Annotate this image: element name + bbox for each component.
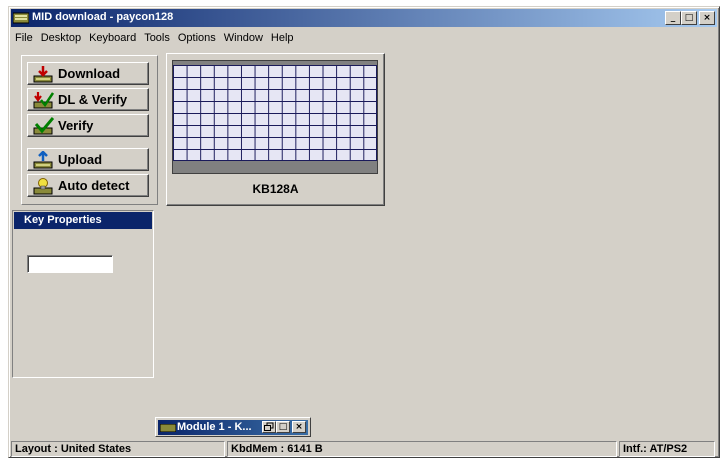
menu-help[interactable]: Help bbox=[267, 32, 298, 44]
title-bar[interactable]: MID download - paycon128 _ □ × bbox=[11, 9, 717, 27]
dl-verify-button[interactable]: DL & Verify bbox=[27, 88, 149, 111]
minimized-module-window[interactable]: Module 1 - K... □ × bbox=[155, 417, 311, 437]
module-maximize-button[interactable]: □ bbox=[276, 421, 290, 433]
close-button[interactable]: × bbox=[699, 11, 715, 25]
checkmark-icon bbox=[33, 116, 54, 134]
menu-options[interactable]: Options bbox=[174, 32, 220, 44]
download-label: Download bbox=[58, 66, 121, 81]
keyboard-panel[interactable]: KB128A bbox=[166, 53, 385, 206]
download-icon bbox=[33, 65, 53, 82]
upload-label: Upload bbox=[58, 152, 103, 167]
module-close-button[interactable]: × bbox=[292, 421, 306, 433]
upload-button[interactable]: Upload bbox=[27, 148, 149, 171]
keyboard-key-grid[interactable] bbox=[173, 65, 377, 161]
auto-detect-icon bbox=[33, 177, 53, 194]
download-button[interactable]: Download bbox=[27, 62, 149, 85]
menu-file[interactable]: File bbox=[11, 32, 37, 44]
module-title-bar[interactable]: Module 1 - K... □ × bbox=[158, 420, 308, 435]
verify-button[interactable]: Verify bbox=[27, 114, 149, 137]
menu-keyboard[interactable]: Keyboard bbox=[85, 32, 140, 44]
auto-detect-button[interactable]: Auto detect bbox=[27, 174, 149, 197]
upload-icon bbox=[33, 150, 53, 168]
minimize-button[interactable]: _ bbox=[665, 11, 681, 25]
menu-desktop[interactable]: Desktop bbox=[37, 32, 85, 44]
maximize-button[interactable]: □ bbox=[681, 11, 697, 25]
key-properties-panel: Key Properties bbox=[12, 210, 154, 378]
verify-label: Verify bbox=[58, 118, 94, 133]
dl-verify-label: DL & Verify bbox=[58, 92, 128, 107]
module-title: Module 1 - K... bbox=[177, 421, 252, 433]
main-window: MID download - paycon128 _ □ × File Desk… bbox=[8, 6, 720, 458]
action-button-panel: Download DL & Verify Verify Upload Auto … bbox=[21, 55, 158, 205]
module-restore-button[interactable] bbox=[262, 421, 276, 433]
restore-icon bbox=[264, 422, 274, 431]
download-verify-icon bbox=[33, 91, 54, 108]
app-icon bbox=[13, 12, 29, 24]
status-bar: Layout : United States KbdMem : 6141 B I… bbox=[11, 441, 717, 457]
window-title: MID download - paycon128 bbox=[32, 11, 174, 23]
status-interface: Intf.: AT/PS2 bbox=[619, 441, 715, 457]
menu-window[interactable]: Window bbox=[220, 32, 267, 44]
status-layout: Layout : United States bbox=[11, 441, 225, 457]
key-properties-title: Key Properties bbox=[14, 212, 152, 229]
keyboard-model-label: KB128A bbox=[252, 182, 299, 196]
keyboard-preview[interactable] bbox=[172, 60, 378, 174]
auto-detect-label: Auto detect bbox=[58, 178, 130, 193]
menu-bar: File Desktop Keyboard Tools Options Wind… bbox=[11, 28, 717, 47]
status-memory: KbdMem : 6141 B bbox=[227, 441, 617, 457]
key-properties-input[interactable] bbox=[27, 255, 113, 273]
menu-tools[interactable]: Tools bbox=[140, 32, 174, 44]
module-icon bbox=[160, 424, 176, 432]
